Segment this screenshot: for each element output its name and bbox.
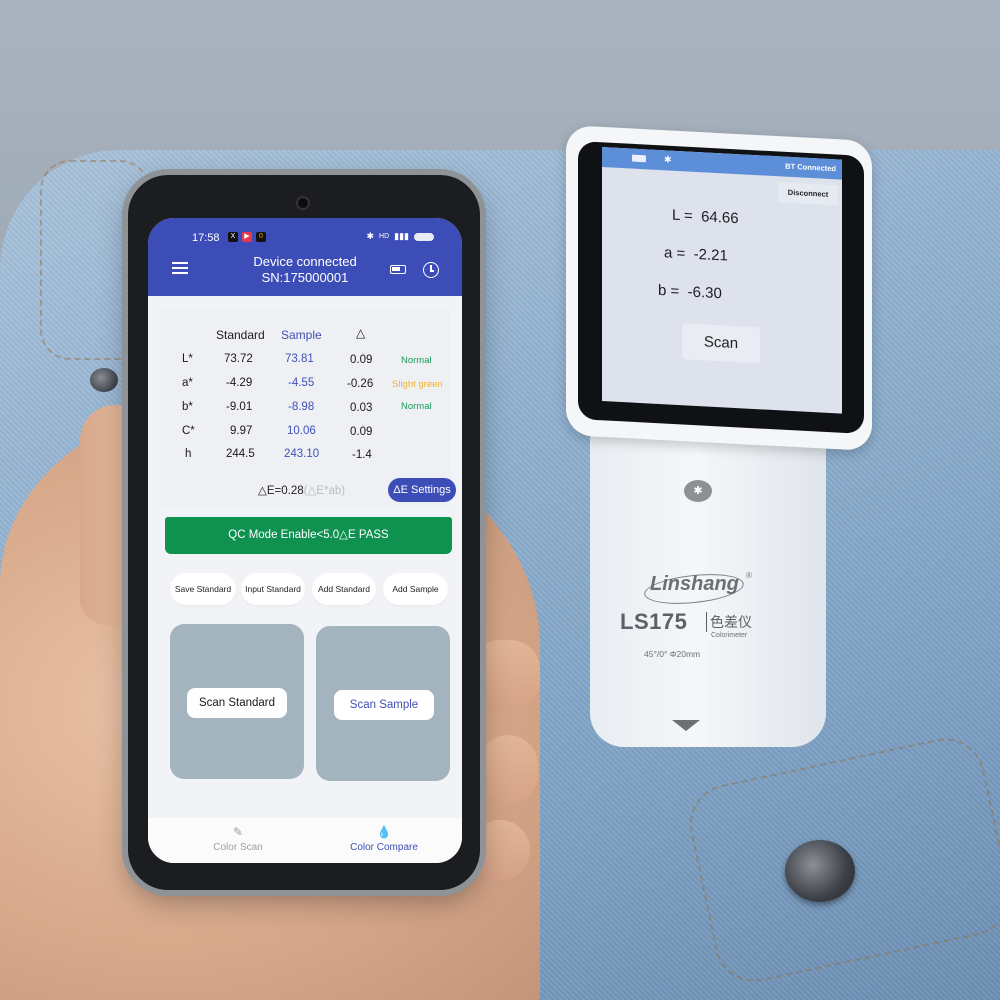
device-scan-button[interactable]: Scan bbox=[682, 323, 760, 364]
delta-value: 0.03 bbox=[350, 402, 373, 414]
sample-value: 10.06 bbox=[287, 425, 316, 437]
reading-label: b = bbox=[658, 281, 680, 301]
status-label: Normal bbox=[401, 355, 432, 366]
model-number: LS175 bbox=[620, 609, 688, 634]
standard-value: 73.72 bbox=[224, 353, 253, 365]
row-label: L* bbox=[182, 353, 193, 365]
standard-value: -4.29 bbox=[226, 377, 253, 389]
measurement-card: Standard Sample △ L* 73.72 73.81 0.09 No… bbox=[160, 308, 456, 508]
status-right-icons: ✱ HD ▮▮▮ bbox=[366, 231, 434, 242]
delta-e-formula: (△E*ab) bbox=[303, 485, 346, 497]
reading-b: b = -6.30 bbox=[658, 282, 722, 302]
status-label: Slight green bbox=[392, 379, 443, 390]
reading-l: L = 64.66 bbox=[672, 207, 739, 227]
reading-a: a = -2.21 bbox=[664, 244, 728, 264]
status-time: 17:58 bbox=[192, 232, 220, 244]
disconnect-button[interactable]: Disconnect bbox=[778, 182, 838, 206]
brand-logo: Linshang bbox=[650, 573, 739, 595]
header-title: Device connected SN:175000001 bbox=[148, 254, 462, 286]
finger bbox=[478, 735, 538, 805]
hd-icon: HD bbox=[379, 233, 390, 240]
status-app-icon: X bbox=[228, 232, 238, 242]
bluetooth-icon: ✱ bbox=[366, 231, 375, 241]
column-header-sample: Sample bbox=[281, 328, 322, 342]
device-battery-icon bbox=[390, 265, 406, 274]
app-header: 17:58 X ▶ 0 ✱ HD ▮▮▮ Device connected SN… bbox=[148, 218, 462, 296]
delta-value: -1.4 bbox=[352, 449, 372, 461]
qc-pass-banner: QC Mode Enable<5.0△E PASS bbox=[165, 517, 452, 554]
status-app-icon: 0 bbox=[256, 232, 266, 242]
delta-value: 0.09 bbox=[350, 426, 373, 438]
finger bbox=[470, 640, 540, 710]
reading-value: 64.66 bbox=[701, 208, 739, 228]
model-name-chinese: 色差仪 bbox=[706, 612, 752, 632]
delta-e-value: △E=0.28 bbox=[258, 485, 304, 497]
registered-mark: ® bbox=[746, 571, 752, 580]
row-label: h bbox=[185, 448, 192, 460]
bottom-navigation: ✎ Color Scan 💧 Color Compare bbox=[148, 818, 462, 863]
phone-screen: 17:58 X ▶ 0 ✱ HD ▮▮▮ Device connected SN… bbox=[148, 218, 462, 863]
standard-value: -9.01 bbox=[226, 401, 253, 413]
column-header-delta: △ bbox=[356, 326, 366, 340]
row-label: a* bbox=[182, 377, 193, 389]
input-standard-button[interactable]: Input Standard bbox=[241, 573, 305, 605]
connection-status: Device connected bbox=[253, 254, 357, 269]
signal-icon: ▮▮▮ bbox=[394, 231, 409, 241]
sample-value: -4.55 bbox=[288, 377, 315, 389]
colorimeter-device: ✱ BT Connected Disconnect L = 64.66 a = … bbox=[566, 125, 872, 747]
reading-label: L = bbox=[672, 206, 693, 225]
bt-connection-status: BT Connected bbox=[785, 161, 836, 174]
history-clock-icon[interactable] bbox=[423, 262, 439, 278]
add-sample-button[interactable]: Add Sample bbox=[383, 573, 448, 605]
scan-sample-button[interactable]: Scan Sample bbox=[334, 690, 434, 720]
jacket-button-small bbox=[90, 368, 118, 392]
delta-e-readout: △E=0.28(△E*ab) bbox=[258, 483, 345, 497]
row-label: C* bbox=[182, 425, 195, 437]
status-label: Normal bbox=[401, 401, 432, 412]
standard-value: 244.5 bbox=[226, 448, 255, 460]
status-app-icon: ▶ bbox=[242, 232, 252, 242]
jacket-button bbox=[785, 840, 855, 902]
delta-e-settings-button[interactable]: ΔE Settings bbox=[388, 478, 456, 502]
device-screen: ✱ BT Connected Disconnect L = 64.66 a = … bbox=[602, 147, 842, 414]
nav-color-scan[interactable]: ✎ Color Scan bbox=[178, 825, 298, 854]
delta-value: -0.26 bbox=[347, 378, 374, 390]
standard-value: 9.97 bbox=[230, 425, 253, 437]
column-header-standard: Standard bbox=[216, 328, 265, 342]
front-camera bbox=[298, 198, 308, 208]
droplet-icon: 💧 bbox=[376, 825, 392, 839]
sample-value: 243.10 bbox=[284, 448, 320, 460]
eyedropper-icon: ✎ bbox=[232, 825, 244, 839]
nav-label: Color Compare bbox=[350, 842, 418, 853]
bluetooth-icon: ✱ bbox=[664, 154, 672, 165]
measure-arrow-icon bbox=[672, 720, 700, 731]
sample-value: 73.81 bbox=[285, 353, 314, 365]
sample-value: -8.98 bbox=[288, 401, 315, 413]
device-battery-icon bbox=[632, 154, 646, 163]
bluetooth-badge-icon: ✱ bbox=[684, 480, 712, 502]
reading-label: a = bbox=[664, 244, 686, 263]
battery-icon bbox=[414, 232, 434, 241]
reading-value: -2.21 bbox=[693, 245, 728, 265]
row-label: b* bbox=[182, 401, 193, 413]
scan-standard-button[interactable]: Scan Standard bbox=[187, 688, 287, 718]
save-standard-button[interactable]: Save Standard bbox=[170, 573, 236, 605]
device-spec: 45°/0° Φ20mm bbox=[644, 649, 701, 659]
model-name-english: Colorimeter bbox=[711, 632, 748, 639]
serial-number: SN:175000001 bbox=[261, 270, 349, 285]
delta-value: 0.09 bbox=[350, 354, 373, 366]
nav-color-compare[interactable]: 💧 Color Compare bbox=[324, 825, 444, 854]
nav-label: Color Scan bbox=[213, 842, 263, 853]
add-standard-button[interactable]: Add Standard bbox=[312, 573, 376, 605]
reading-value: -6.30 bbox=[687, 283, 722, 303]
